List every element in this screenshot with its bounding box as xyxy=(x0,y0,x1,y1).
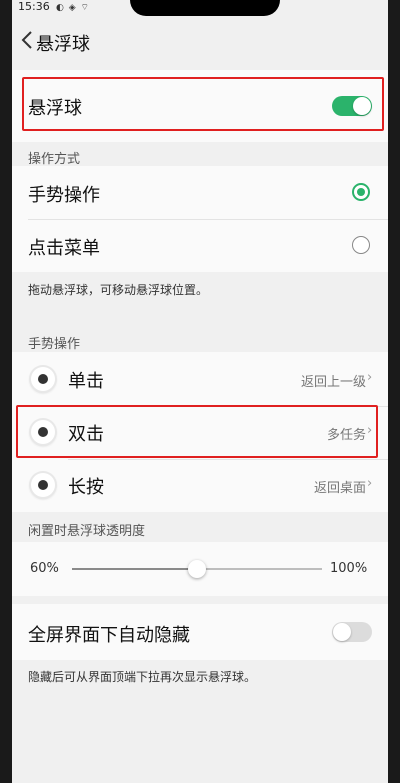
gesture-long-press-value: 返回桌面 xyxy=(313,481,366,496)
status-icons: ◐ ◈ ⌔ xyxy=(56,3,90,13)
option-tap-menu-label: 点击菜单 xyxy=(28,238,100,259)
auto-hide-label: 全屏界面下自动隐藏 xyxy=(28,625,190,646)
highlight-box-double-tap xyxy=(16,405,378,458)
gesture-single-tap-label: 单击 xyxy=(68,371,104,392)
opacity-card: 60% 100% xyxy=(12,542,388,596)
auto-hide-card: 全屏界面下自动隐藏 xyxy=(12,604,388,660)
auto-hide-toggle[interactable] xyxy=(332,622,372,642)
floating-ball-icon xyxy=(31,367,55,391)
opacity-max-label: 100% xyxy=(330,561,368,576)
screen-notch xyxy=(130,0,280,16)
floating-ball-icon xyxy=(31,473,55,497)
gesture-single-tap-value: 返回上一级 xyxy=(300,375,366,390)
highlight-box-floating-ball xyxy=(22,77,384,131)
status-time: 15:36 xyxy=(18,0,50,13)
opacity-slider-thumb[interactable] xyxy=(188,560,206,578)
option-tap-menu[interactable]: 点击菜单 xyxy=(12,220,388,272)
status-bar: 15:36 ◐ ◈ ⌔ xyxy=(12,0,388,16)
chevron-right-icon: › xyxy=(367,370,373,385)
opacity-heading: 闲置时悬浮球透明度 xyxy=(28,524,146,539)
nav-bar: 悬浮球 xyxy=(12,18,388,64)
operation-mode-heading: 操作方式 xyxy=(28,152,81,167)
settings-screen: 15:36 ◐ ◈ ⌔ 悬浮球 悬浮球 操作方式 手势操作 点击菜单 拖动悬浮球… xyxy=(12,0,388,783)
chevron-right-icon: › xyxy=(367,476,373,491)
auto-hide-hint-text: 隐藏后可从界面顶端下拉再次显示悬浮球。 xyxy=(28,670,257,684)
back-chevron-icon[interactable] xyxy=(18,28,38,52)
gesture-long-press-row[interactable]: 长按 返回桌面 › xyxy=(12,459,388,512)
opacity-min-label: 60% xyxy=(30,561,59,576)
operation-mode-card: 手势操作 点击菜单 xyxy=(12,166,388,272)
gesture-long-press-label: 长按 xyxy=(68,477,104,498)
tap-menu-radio[interactable] xyxy=(352,236,370,254)
drag-hint-text: 拖动悬浮球，可移动悬浮球位置。 xyxy=(28,283,209,297)
gesture-radio-selected[interactable] xyxy=(352,183,370,201)
option-gesture-label: 手势操作 xyxy=(28,185,100,206)
gestures-heading: 手势操作 xyxy=(28,337,81,352)
page-title: 悬浮球 xyxy=(36,34,90,55)
gesture-single-tap-row[interactable]: 单击 返回上一级 › xyxy=(12,352,388,406)
opacity-slider-fill xyxy=(72,568,197,570)
option-gesture[interactable]: 手势操作 xyxy=(12,166,388,219)
